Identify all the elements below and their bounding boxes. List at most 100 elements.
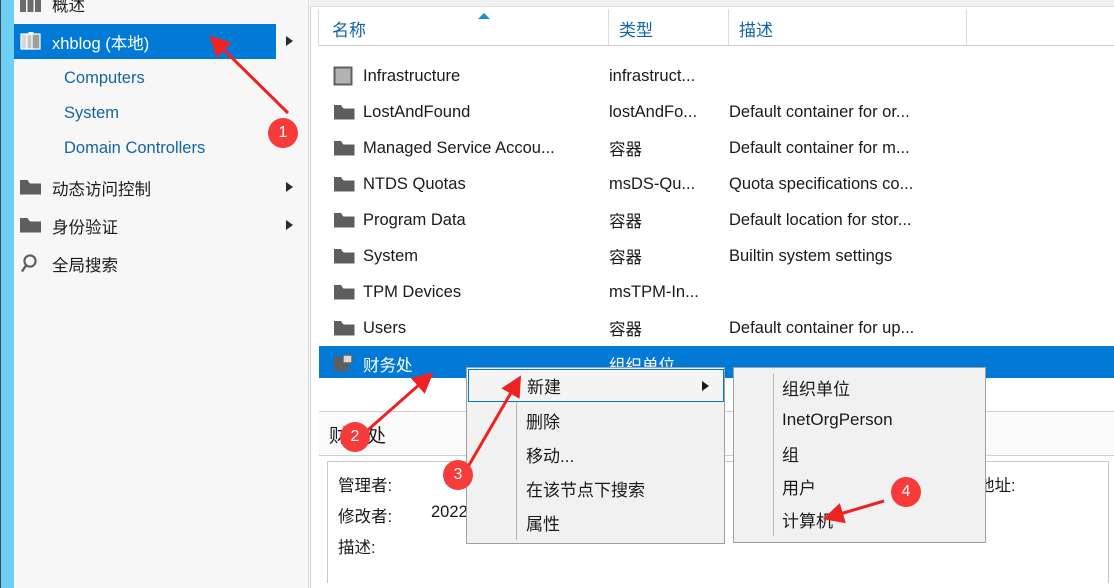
context-menu: 新建 删除 移动... 在该节点下搜索 属性 [466,367,725,544]
cell-type: msDS-Qu... [609,174,696,193]
pane-left-edge [310,6,311,588]
cell-type: msTPM-In... [609,282,699,301]
folder-icon [333,103,363,122]
sidebar-item-label: Domain Controllers [64,139,206,157]
cell-type: infrastruct... [609,66,696,85]
cell-name: System [333,247,623,266]
detail-field-label-description: 描述: [338,539,376,557]
sidebar-item-xhblog[interactable]: xhblog (本地) [14,24,276,59]
table-row[interactable]: Managed Service Accou... 容器 Default cont… [319,130,1114,166]
pane-top-band [310,0,1114,7]
cell-description: Quota specifications co... [729,174,914,193]
accent-bar [0,0,14,588]
folder-icon [333,175,363,194]
sidebar-item-dynamic-access-control[interactable]: 动态访问控制 [14,170,276,205]
submenu-item-label: 计算机 [782,511,833,531]
cell-name-text: Program Data [363,210,466,229]
ou-icon [333,353,363,375]
submenu-item-organizational-unit[interactable]: 组织单位 [735,371,984,403]
context-menu-item-label: 在该节点下搜索 [526,481,645,500]
column-header-name[interactable]: 名称 [332,16,366,41]
context-menu-item-label: 新建 [527,378,561,397]
context-menu-item-new[interactable]: 新建 [468,369,724,402]
domain-icon [18,31,44,53]
cell-name: Managed Service Accou... [333,139,623,158]
table-row[interactable]: Users 容器 Default container for up... [319,310,1114,346]
sort-ascending-icon [478,13,490,19]
table-row[interactable]: NTDS Quotas msDS-Qu... Quota specificati… [319,166,1114,202]
sidebar-item-label: Computers [64,69,145,87]
cell-type: 容器 [609,141,642,159]
folder-icon [18,215,44,237]
column-separator [728,9,729,45]
chevron-right-icon-xhblog[interactable] [286,36,293,46]
context-menu-item-delete[interactable]: 删除 [468,404,723,437]
cell-name: TPM Devices [333,283,623,302]
annotation-badge-3: 3 [443,460,473,490]
accent-bar-edge [0,0,1,588]
cell-description: Default container for or... [729,102,910,121]
sidebar-item-label: 动态访问控制 [52,180,151,199]
table-row[interactable]: Program Data 容器 Default location for sto… [319,202,1114,238]
context-menu-item-label: 移动... [526,447,575,466]
sidebar-item-label: 概述 [52,0,85,15]
column-separator [608,9,609,45]
table-row[interactable]: LostAndFound lostAndFo... Default contai… [319,94,1114,130]
search-icon [18,253,44,275]
submenu-item-label: 组织单位 [782,379,850,399]
submenu-item-inetorgperson[interactable]: InetOrgPerson [735,404,984,436]
table-row[interactable]: TPM Devices msTPM-In... [319,274,1114,310]
context-menu-item-label: 属性 [526,515,560,534]
folder-icon [333,211,363,230]
table-header: 名称 类型 描述 [318,7,1114,46]
sidebar-item-system[interactable]: System [14,96,276,131]
annotation-badge-4: 4 [891,477,921,507]
context-menu-item-label: 删除 [526,413,560,432]
detail-field-label-manager: 管理者: [338,477,393,495]
detail-field-label-modified: 修改者: [338,508,393,526]
object-icon [333,66,363,87]
cell-description: Default container for up... [729,318,915,337]
submenu-item-label: 组 [782,445,799,465]
column-header-description[interactable]: 描述 [739,16,773,41]
sidebar-item-computers[interactable]: Computers [14,61,276,96]
chevron-right-icon-new [702,380,709,391]
column-header-type[interactable]: 类型 [619,16,653,41]
sidebar-item-global-search[interactable]: 全局搜索 [14,246,276,281]
column-separator [318,9,319,45]
submenu-item-computer[interactable]: 计算机 [735,503,984,535]
chevron-right-icon-dac[interactable] [286,182,293,192]
navigation-sidebar: 概述 xhblog (本地) Computers System Domain C… [0,0,309,588]
cell-description: Builtin system settings [729,246,893,265]
new-submenu: 组织单位 InetOrgPerson 组 用户 计算机 [733,367,986,543]
folder-icon [333,319,363,338]
sidebar-item-authentication[interactable]: 身份验证 [14,208,276,243]
sidebar-item-domain-controllers[interactable]: Domain Controllers [14,131,276,166]
submenu-item-label: InetOrgPerson [782,410,893,429]
cell-type: lostAndFo... [609,102,698,121]
cell-type: 容器 [609,321,642,339]
cell-name-text: LostAndFound [363,102,471,121]
table-row[interactable]: Infrastructure infrastruct... [319,58,1114,94]
chevron-right-icon-auth[interactable] [286,220,293,230]
sidebar-item-label: 全局搜索 [52,256,118,275]
cell-type: 容器 [609,249,642,267]
cell-name-text: TPM Devices [363,282,462,301]
submenu-item-user[interactable]: 用户 [735,470,984,502]
cell-name-text: 财务处 [363,357,413,375]
sidebar-item-overview[interactable]: 概述 [14,0,276,21]
sidebar-item-label: System [64,104,120,122]
context-menu-item-properties[interactable]: 属性 [468,506,723,539]
cell-name-text: Managed Service Accou... [363,138,555,157]
submenu-item-group[interactable]: 组 [735,437,984,469]
column-separator [966,9,967,45]
submenu-item-label: 用户 [782,478,816,498]
folder-icon [333,283,363,302]
table-row[interactable]: System 容器 Builtin system settings [319,238,1114,274]
app-root: 概述 xhblog (本地) Computers System Domain C… [0,0,1114,588]
cell-name-text: Infrastructure [363,66,461,85]
cell-name-text: Users [363,318,407,337]
cell-name: NTDS Quotas [333,175,623,194]
context-menu-item-move[interactable]: 移动... [468,438,723,471]
context-menu-item-search-under-node[interactable]: 在该节点下搜索 [468,472,723,505]
